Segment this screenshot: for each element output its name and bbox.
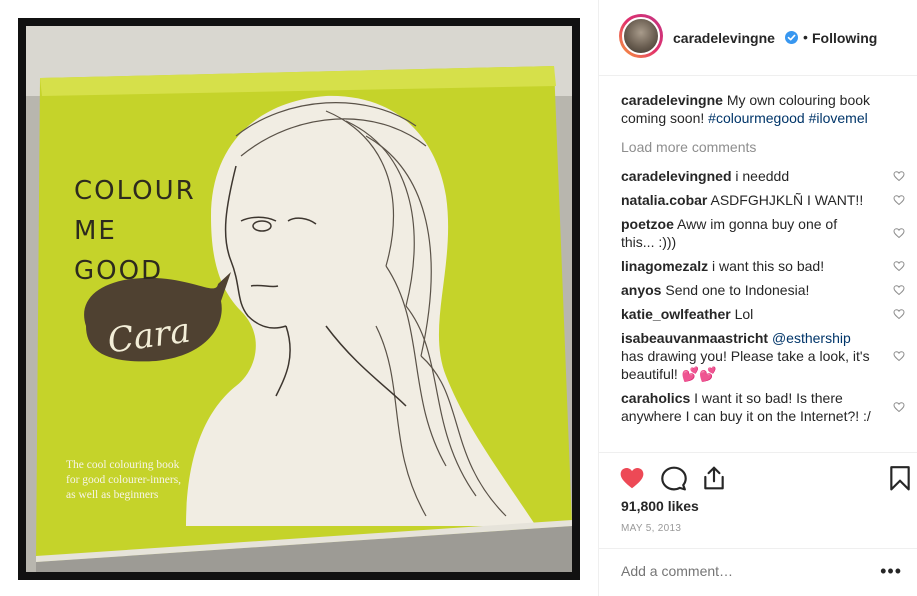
comment-username[interactable]: isabeauvanmaastricht [621,330,768,346]
heart-outline-icon[interactable] [893,284,905,296]
add-comment-input[interactable] [621,563,861,579]
comment-text: Send one to Indonesia! [665,282,810,298]
heart-outline-icon[interactable] [893,260,905,272]
comment-text: i want this so bad! [712,258,825,274]
post-photo[interactable]: COLOUR ME GOOD Cara The cool colouring b… [18,18,580,580]
verified-badge-icon [785,31,798,44]
comment-item: caradelevingned i needdd [621,167,905,185]
avatar-ring[interactable] [619,14,663,58]
book-title-line: ME [74,216,117,246]
comment-text: i needdd [735,168,790,184]
heart-outline-icon[interactable] [893,401,905,413]
heart-outline-icon[interactable] [893,170,905,182]
following-button[interactable]: Following [812,30,877,46]
comment-username[interactable]: poetzoe [621,216,674,232]
heart-outline-icon[interactable] [893,194,905,206]
post-actions: 91,800 likes MAY 5, 2013 [599,452,917,562]
comment-text: ASDFGHJKLÑ I WANT!! [710,192,864,208]
heart-outline-icon[interactable] [893,227,905,239]
comment-username[interactable]: katie_owlfeather [621,306,731,322]
heart-outline-icon[interactable] [893,308,905,320]
post-side-panel: caradelevingne • Following caradelevingn… [598,0,917,596]
caption-username[interactable]: caradelevingne [621,92,723,108]
post-header: caradelevingne • Following [599,0,917,76]
comment-mention[interactable]: @esthership [772,330,851,346]
comment-text: has drawing you! Please take a look, it'… [621,348,870,382]
heart-outline-icon[interactable] [893,350,905,362]
more-options-icon[interactable]: ••• [880,561,902,582]
book-blurb: The cool colouring book for good coloure… [66,459,182,501]
comment-username[interactable]: caraholics [621,390,690,406]
book-title: COLOUR ME GOOD [74,171,196,291]
comment-username[interactable]: natalia.cobar [621,192,707,208]
post-photo-area: COLOUR ME GOOD Cara The cool colouring b… [0,0,598,596]
comment-item: isabeauvanmaastricht @esthership has dra… [621,329,905,383]
comment-item: natalia.cobar ASDFGHJKLÑ I WANT!! [621,191,905,209]
book-cover-photo: COLOUR ME GOOD Cara The cool colouring b… [26,26,572,572]
comment-item: katie_owlfeather Lol [621,305,905,323]
post-date[interactable]: MAY 5, 2013 [621,523,681,534]
comment-item: poetzoe Aww im gonna buy one of this... … [621,215,905,251]
share-icon[interactable] [701,465,727,491]
comment-username[interactable]: caradelevingned [621,168,732,184]
bookmark-icon[interactable] [887,465,913,491]
add-comment-bar: ••• [599,548,917,596]
separator-dot: • [803,29,808,45]
book-title-line: GOOD [74,256,164,286]
avatar [622,17,660,55]
likes-count[interactable]: 91,800 likes [621,498,699,514]
comment-username[interactable]: anyos [621,282,661,298]
comment-item: linagomezalz i want this so bad! [621,257,905,275]
book-title-line: COLOUR [74,176,196,206]
comment-bubble-icon[interactable] [661,465,687,491]
comment-username[interactable]: linagomezalz [621,258,708,274]
comments-list: caradelevingne My own colouring book com… [621,91,905,431]
comment-item: anyos Send one to Indonesia! [621,281,905,299]
hashtag-link[interactable]: #colourmegood [708,110,805,126]
heart-filled-icon[interactable] [619,465,645,491]
header-username[interactable]: caradelevingne [673,30,775,46]
comment-text: Lol [734,306,754,322]
comment-item: caraholics I want it so bad! Is there an… [621,389,905,425]
post-caption: caradelevingne My own colouring book com… [621,91,901,127]
load-more-comments-button[interactable]: Load more comments [621,139,901,155]
hashtag-link[interactable]: #ilovemel [809,110,868,126]
